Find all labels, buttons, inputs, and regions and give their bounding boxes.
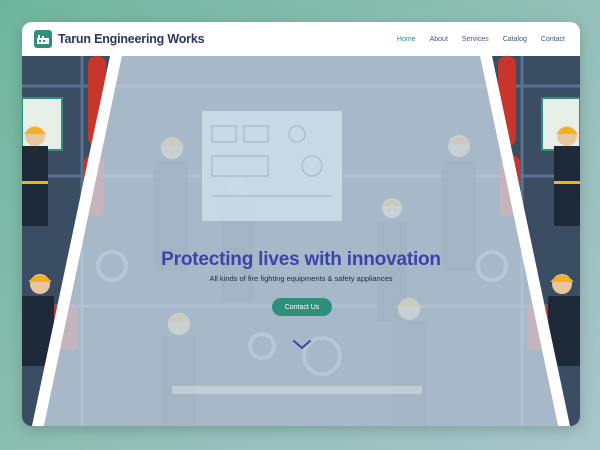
nav-item-about[interactable]: About (423, 36, 455, 43)
navbar: Tarun Engineering Works Home About Servi… (22, 22, 580, 56)
contact-us-button[interactable]: Contact Us (272, 298, 332, 316)
nav-links: Home About Services Catalog Contact (390, 36, 572, 43)
chevron-down-icon[interactable] (293, 340, 311, 350)
brand-name[interactable]: Tarun Engineering Works (58, 32, 205, 46)
hero-headline: Protecting lives with innovation (161, 249, 441, 270)
nav-item-home[interactable]: Home (390, 36, 423, 43)
factory-logo-icon[interactable] (34, 30, 52, 48)
browser-window: Tarun Engineering Works Home About Servi… (22, 22, 580, 426)
nav-item-services[interactable]: Services (455, 36, 496, 43)
hero-section: Protecting lives with innovation All kin… (22, 56, 580, 426)
hero-overlay-panel (32, 56, 570, 426)
nav-item-contact[interactable]: Contact (534, 36, 572, 43)
nav-item-catalog[interactable]: Catalog (496, 36, 534, 43)
hero-subline: All kinds of fire fighting equipments & … (209, 274, 393, 283)
